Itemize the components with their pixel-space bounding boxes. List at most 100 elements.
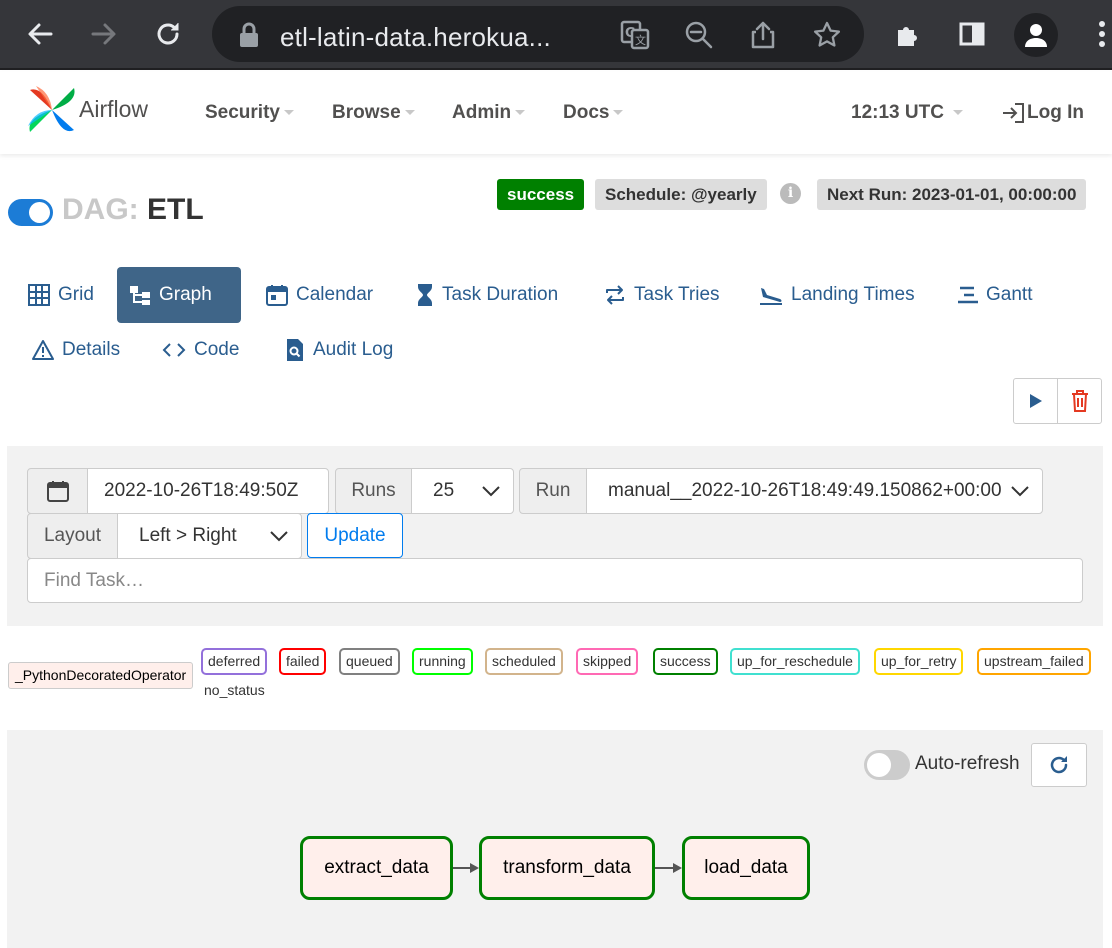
next-run-badge: Next Run: 2023-01-01, 00:00:00 xyxy=(817,179,1087,210)
chevron-down-icon xyxy=(1011,486,1029,497)
tab-graph[interactable]: Graph xyxy=(117,267,241,323)
caret-down-icon xyxy=(283,110,294,116)
refresh-button[interactable] xyxy=(1031,743,1087,787)
tab-details[interactable]: Details xyxy=(20,322,132,378)
delete-dag-button[interactable] xyxy=(1057,378,1102,424)
dag-status-badge: success xyxy=(497,179,585,210)
runs-label: Runs xyxy=(335,468,412,514)
profile-icon[interactable] xyxy=(1014,13,1058,57)
translate-icon[interactable]: G文 xyxy=(618,18,652,52)
sidepanel-icon[interactable] xyxy=(952,14,992,54)
runs-select[interactable]: 25 xyxy=(411,468,514,514)
brand-name: Airflow xyxy=(79,96,149,122)
share-icon[interactable] xyxy=(746,18,780,52)
caret-down-icon xyxy=(613,110,624,116)
star-icon[interactable] xyxy=(810,18,844,52)
repeat-icon xyxy=(606,285,624,305)
page-title: DAG: ETL xyxy=(62,193,204,227)
legend-state-failed[interactable]: failed xyxy=(279,648,327,675)
tab-gantt[interactable]: Gantt xyxy=(944,267,1044,323)
task-node-load-data[interactable]: load_data xyxy=(682,836,810,900)
dag-prefix: DAG: xyxy=(62,193,139,226)
date-picker-button[interactable] xyxy=(27,468,88,514)
tab-audit-log[interactable]: Audit Log xyxy=(273,322,405,378)
legend-state-success[interactable]: success xyxy=(653,648,718,675)
refresh-icon xyxy=(1050,756,1068,774)
find-task-input[interactable]: Find Task… xyxy=(27,558,1083,603)
calendar-icon xyxy=(266,285,288,306)
auto-refresh-toggle[interactable] xyxy=(864,750,910,780)
toggle-knob xyxy=(29,202,50,223)
code-icon xyxy=(162,343,186,357)
back-arrow-icon[interactable] xyxy=(20,14,60,54)
run-select-value: manual__2022-10-26T18:49:49.150862+00:00 xyxy=(608,480,1002,501)
caret-down-icon xyxy=(953,110,964,116)
login-icon xyxy=(1003,103,1024,123)
dag-name[interactable]: ETL xyxy=(147,193,204,226)
run-select[interactable]: manual__2022-10-26T18:49:49.150862+00:00 xyxy=(586,468,1043,514)
plane-landing-icon xyxy=(760,288,782,305)
task-node-transform-data[interactable]: transform_data xyxy=(479,836,655,900)
menu-icon[interactable] xyxy=(1082,14,1112,54)
extensions-icon[interactable] xyxy=(888,14,928,54)
tab-details-label: Details xyxy=(62,339,121,360)
hourglass-icon xyxy=(418,284,432,306)
task-node-extract-data[interactable]: extract_data xyxy=(300,836,453,900)
tab-landing-times[interactable]: Landing Times xyxy=(747,267,927,323)
tab-grid-label: Grid xyxy=(58,284,94,305)
chevron-down-icon xyxy=(482,486,500,497)
nav-docs-label: Docs xyxy=(563,102,610,123)
legend-state-running[interactable]: running xyxy=(412,648,473,675)
lock-icon[interactable] xyxy=(232,18,266,52)
tab-grid[interactable]: Grid xyxy=(16,267,106,323)
layout-select[interactable]: Left > Right xyxy=(117,513,302,559)
legend-state-up-for-retry[interactable]: up_for_retry xyxy=(874,648,964,675)
svg-text:文: 文 xyxy=(635,33,646,47)
url-text: etl-latin-data.herokua... xyxy=(280,22,551,52)
trash-icon xyxy=(1071,390,1088,412)
auto-refresh-label: Auto-refresh xyxy=(915,753,1020,774)
trigger-dag-button[interactable] xyxy=(1013,378,1058,424)
calendar-icon xyxy=(46,481,69,502)
base-date-input[interactable]: 2022-10-26T18:49:50Z xyxy=(87,468,329,514)
nav-admin-label: Admin xyxy=(452,102,512,123)
legend-state-skipped[interactable]: skipped xyxy=(576,648,639,675)
legend-state-upstream-failed[interactable]: upstream_failed xyxy=(977,648,1091,675)
grid-icon xyxy=(28,284,50,306)
zoom-out-icon[interactable] xyxy=(682,18,716,52)
airflow-navbar: Airflow Security Browse Admin Docs 12:13… xyxy=(0,72,1112,154)
schedule-badge: Schedule: @yearly xyxy=(595,179,767,210)
clock-time: 12:13 UTC xyxy=(851,102,944,123)
nav-security[interactable]: Security xyxy=(205,102,294,124)
warning-icon xyxy=(32,340,54,360)
nav-security-label: Security xyxy=(205,102,280,123)
reload-icon[interactable] xyxy=(148,14,188,54)
tab-task-tries[interactable]: Task Tries xyxy=(592,267,732,323)
clock-dropdown[interactable]: 12:13 UTC xyxy=(851,102,964,124)
update-button[interactable]: Update xyxy=(307,513,403,558)
login-link[interactable]: Log In xyxy=(1001,102,1084,124)
graph-icon xyxy=(130,286,150,305)
dag-pause-toggle[interactable] xyxy=(8,199,53,226)
legend-state-queued[interactable]: queued xyxy=(339,648,400,675)
browser-toolbar: etl-latin-data.herokua... G文 xyxy=(0,0,1112,70)
tab-task-duration[interactable]: Task Duration xyxy=(404,267,570,323)
tab-code[interactable]: Code xyxy=(150,322,251,378)
tab-calendar[interactable]: Calendar xyxy=(254,267,385,323)
nav-browse[interactable]: Browse xyxy=(332,102,415,124)
tab-task-duration-label: Task Duration xyxy=(442,284,559,305)
nav-docs[interactable]: Docs xyxy=(563,102,624,124)
legend-operator[interactable]: _PythonDecoratedOperator xyxy=(8,662,194,689)
tab-audit-log-label: Audit Log xyxy=(313,339,394,360)
chevron-down-icon xyxy=(270,531,288,542)
legend-state-up-for-reschedule[interactable]: up_for_reschedule xyxy=(730,648,860,675)
legend-state-deferred[interactable]: deferred xyxy=(201,648,268,675)
run-label: Run xyxy=(519,468,587,514)
file-search-icon xyxy=(287,339,303,361)
legend-no-status[interactable]: no_status xyxy=(204,682,265,698)
legend-state-scheduled[interactable]: scheduled xyxy=(485,648,563,675)
address-bar[interactable]: etl-latin-data.herokua... G文 xyxy=(212,6,864,62)
forward-arrow-icon[interactable] xyxy=(84,14,124,54)
info-icon[interactable]: i xyxy=(780,183,801,204)
nav-admin[interactable]: Admin xyxy=(452,102,526,124)
